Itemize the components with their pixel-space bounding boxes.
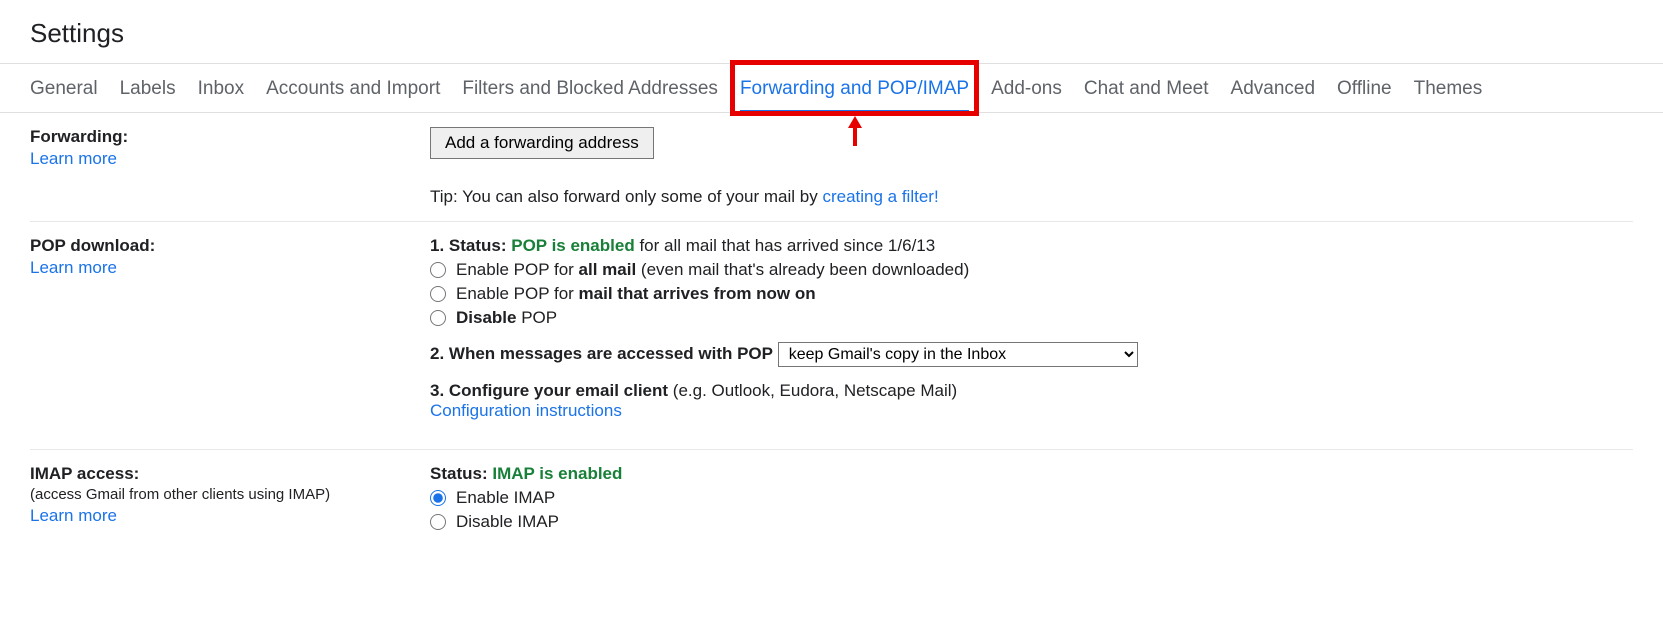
section-forwarding: Forwarding: Learn more Add a forwarding … (30, 113, 1633, 222)
pop-option-disable[interactable]: Disable POP (430, 308, 1633, 328)
imap-status-prefix: Status: (430, 464, 492, 483)
pop-radio-all-mail[interactable] (430, 262, 446, 278)
pop-configure-line: 3. Configure your email client (e.g. Out… (430, 381, 1633, 401)
pop-option-all-mail[interactable]: Enable POP for all mail (even mail that'… (430, 260, 1633, 280)
imap-subtitle: (access Gmail from other clients using I… (30, 486, 330, 503)
tab-add-ons[interactable]: Add-ons (991, 64, 1062, 112)
tab-labels[interactable]: Labels (120, 64, 176, 112)
pop-opt1-b: all mail (579, 260, 637, 279)
imap-disable-label: Disable IMAP (456, 512, 559, 532)
imap-radio-enable[interactable] (430, 490, 446, 506)
forwarding-learn-more-link[interactable]: Learn more (30, 149, 117, 169)
imap-status-line: Status: IMAP is enabled (430, 464, 1633, 484)
tab-inbox[interactable]: Inbox (198, 64, 244, 112)
configuration-instructions-link[interactable]: Configuration instructions (430, 401, 622, 420)
section-imap: IMAP access: (access Gmail from other cl… (30, 450, 1633, 550)
pop-action-select[interactable]: keep Gmail's copy in the Inbox (778, 342, 1138, 367)
pop-status-enabled: POP is enabled (511, 236, 634, 255)
pop-opt1-a: Enable POP for (456, 260, 579, 279)
forwarding-tip: Tip: You can also forward only some of y… (430, 187, 1633, 207)
pop-radio-disable[interactable] (430, 310, 446, 326)
create-filter-link[interactable]: creating a filter! (822, 187, 938, 206)
pop-q3-bold: 3. Configure your email client (430, 381, 668, 400)
imap-option-disable[interactable]: Disable IMAP (430, 512, 1633, 532)
imap-learn-more-link[interactable]: Learn more (30, 506, 117, 526)
pop-title: POP download: (30, 236, 155, 255)
pop-opt1-c: (even mail that's already been downloade… (636, 260, 969, 279)
tab-forwarding-and-pop-imap[interactable]: Forwarding and POP/IMAP (740, 64, 969, 112)
tab-themes[interactable]: Themes (1414, 64, 1483, 112)
forwarding-title: Forwarding: (30, 127, 128, 146)
pop-q2-label: 2. When messages are accessed with POP (430, 344, 773, 363)
page-title: Settings (0, 0, 1663, 63)
pop-status-prefix: 1. Status: (430, 236, 511, 255)
settings-body: Forwarding: Learn more Add a forwarding … (0, 113, 1663, 550)
imap-title: IMAP access: (30, 464, 139, 483)
imap-option-enable[interactable]: Enable IMAP (430, 488, 1633, 508)
tabs-bar: General Labels Inbox Accounts and Import Fil… (0, 63, 1663, 113)
pop-learn-more-link[interactable]: Learn more (30, 258, 117, 278)
tab-chat-and-meet[interactable]: Chat and Meet (1084, 64, 1209, 112)
pop-opt3-a: Disable (456, 308, 516, 327)
pop-opt2-a: Enable POP for (456, 284, 579, 303)
imap-radio-disable[interactable] (430, 514, 446, 530)
pop-status-line: 1. Status: POP is enabled for all mail t… (430, 236, 1633, 256)
tab-advanced[interactable]: Advanced (1231, 64, 1316, 112)
tab-accounts-and-import[interactable]: Accounts and Import (266, 64, 440, 112)
pop-opt2-b: mail that arrives from now on (579, 284, 816, 303)
pop-radio-now-on[interactable] (430, 286, 446, 302)
imap-enable-label: Enable IMAP (456, 488, 555, 508)
forwarding-tip-text: Tip: You can also forward only some of y… (430, 187, 822, 206)
tab-general[interactable]: General (30, 64, 98, 112)
tab-filters-and-blocked-addresses[interactable]: Filters and Blocked Addresses (462, 64, 718, 112)
tab-offline[interactable]: Offline (1337, 64, 1392, 112)
pop-q3-rest: (e.g. Outlook, Eudora, Netscape Mail) (668, 381, 957, 400)
pop-status-suffix: for all mail that has arrived since 1/6/… (635, 236, 935, 255)
section-pop: POP download: Learn more 1. Status: POP … (30, 222, 1633, 450)
add-forwarding-address-button[interactable]: Add a forwarding address (430, 127, 654, 159)
pop-option-now-on[interactable]: Enable POP for mail that arrives from no… (430, 284, 1633, 304)
pop-when-accessed-row: 2. When messages are accessed with POP k… (430, 342, 1633, 367)
imap-status-enabled: IMAP is enabled (492, 464, 622, 483)
pop-opt3-b: POP (516, 308, 557, 327)
